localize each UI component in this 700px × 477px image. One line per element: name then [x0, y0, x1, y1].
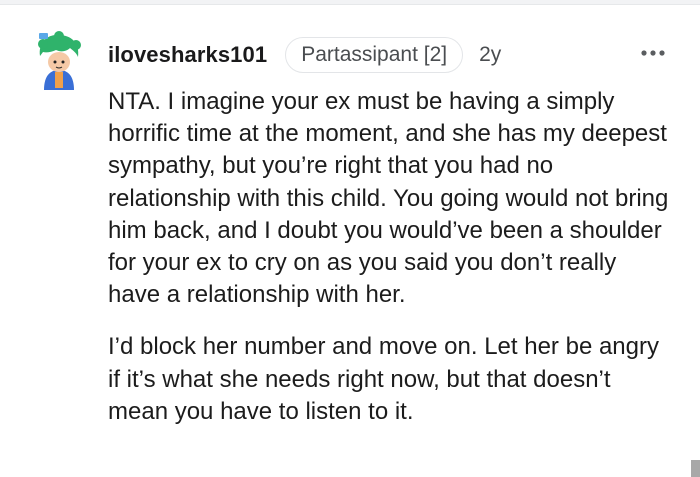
avatar[interactable] [34, 30, 84, 92]
comment-body: NTA. I imagine your ex must be having a … [108, 86, 673, 448]
comment-header: ilovesharks101 Partassipant [2] 2y [108, 36, 501, 74]
comment-age[interactable]: 2y [479, 43, 501, 67]
comment-paragraph: NTA. I imagine your ex must be having a … [108, 88, 669, 309]
more-options-icon [641, 50, 665, 56]
comment-paragraph: I’d block her number and move on. Let he… [108, 333, 659, 425]
user-flair: Partassipant [2] [285, 37, 464, 73]
comment: ilovesharks101 Partassipant [2] 2y NTA. … [0, 0, 700, 477]
avatar-icon [38, 31, 81, 90]
more-options-button[interactable] [636, 42, 670, 64]
username[interactable]: ilovesharks101 [108, 42, 267, 68]
scrollbar-thumb[interactable] [691, 460, 700, 477]
